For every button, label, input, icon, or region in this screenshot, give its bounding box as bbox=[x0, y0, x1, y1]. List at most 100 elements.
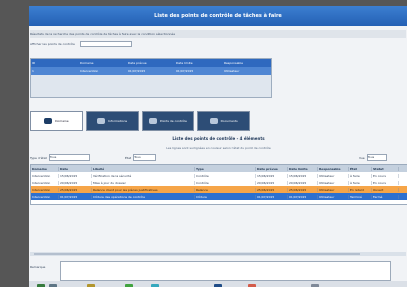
state-filter: État Tous bbox=[125, 154, 157, 161]
horizontal-scrollbar[interactable] bbox=[30, 252, 406, 256]
top-row-cell: 01/07/2015 bbox=[176, 69, 194, 73]
main-row-cell: Intervention bbox=[31, 194, 59, 199]
main-row-cell: 25/06/2015 bbox=[256, 187, 288, 192]
tab-points-controle[interactable]: Points de contrôle bbox=[141, 111, 195, 131]
state-filter-label: État bbox=[125, 155, 132, 160]
scrollbar-thumb[interactable] bbox=[34, 253, 360, 255]
section-note: Les lignes sont surlignées en couleur se… bbox=[166, 146, 271, 150]
top-results-table: ID Domaine Date prévue Date limite Respo… bbox=[30, 58, 272, 98]
main-row-cell: Clôture des opérations de contrôle bbox=[92, 194, 195, 199]
tab-label: Informations bbox=[108, 119, 128, 123]
type-filter-label: Type d’état bbox=[30, 155, 47, 160]
tab-bar: Domaine Informations Points de contrôle … bbox=[30, 111, 250, 131]
filter-search-field[interactable] bbox=[79, 41, 132, 47]
main-header-cell[interactable]: Date prévue bbox=[256, 166, 288, 171]
table-controls: Type d’état Tous État Tous Vue Tous bbox=[30, 153, 407, 163]
main-row-cell: 01/07/2015 bbox=[288, 194, 318, 199]
main-table-row[interactable]: Intervention 01/07/2015 Clôture des opér… bbox=[31, 193, 407, 200]
top-row-cell: 1 bbox=[32, 69, 34, 73]
main-row-cell: 25/06/2015 bbox=[59, 187, 92, 192]
main-row-cell: Intervention bbox=[31, 187, 59, 192]
main-row-cell: 20/06/2015 bbox=[288, 180, 318, 185]
main-row-cell: Relance bbox=[195, 187, 256, 192]
main-header-cell[interactable]: Date bbox=[59, 166, 92, 171]
main-header-cell[interactable]: État bbox=[349, 166, 372, 171]
main-header-cell[interactable]: Date limite bbox=[288, 166, 318, 171]
comment-field[interactable] bbox=[60, 261, 391, 281]
check-icon bbox=[148, 118, 157, 124]
top-info-text: Résultats de la recherche des points de … bbox=[30, 30, 406, 38]
main-row-cell: Vérification de la sécurité bbox=[92, 173, 195, 178]
main-row-cell: 01/07/2015 bbox=[256, 194, 288, 199]
main-row-cell: 15/06/2015 bbox=[288, 173, 318, 178]
main-table-header: Domaine Date Libellé Type Date prévue Da… bbox=[31, 165, 407, 172]
main-header-cell[interactable]: Libellé bbox=[92, 166, 195, 171]
view-filter-label: Vue bbox=[359, 155, 365, 160]
main-row-cell: En cours bbox=[372, 173, 399, 178]
main-row-cell: Terminé bbox=[349, 194, 372, 199]
main-row-cell: 15/06/2015 bbox=[256, 173, 288, 178]
main-header-cell[interactable]: Domaine bbox=[31, 166, 59, 171]
tab-domaine[interactable]: Domaine bbox=[30, 111, 83, 131]
main-row-cell: Fermé bbox=[372, 194, 399, 199]
main-row-cell: En retard bbox=[349, 187, 372, 192]
top-table-row[interactable]: 1 Intervention 01/07/2015 01/07/2015 Uti… bbox=[31, 67, 271, 75]
main-header-cell[interactable]: Statut bbox=[372, 166, 399, 171]
top-header-cell[interactable]: Responsable bbox=[223, 61, 271, 65]
main-results-table: Domaine Date Libellé Type Date prévue Da… bbox=[30, 164, 407, 205]
state-filter-select[interactable]: Tous bbox=[133, 154, 157, 161]
top-header-cell[interactable]: Domaine bbox=[79, 61, 127, 65]
main-window: Liste des points de contrôle de tâches à… bbox=[29, 6, 407, 287]
view-filter: Vue Tous bbox=[359, 154, 387, 161]
tab-documents[interactable]: Documents bbox=[197, 111, 250, 131]
top-header-cell[interactable]: ID bbox=[31, 61, 79, 65]
main-row-cell: Contrôle bbox=[195, 173, 256, 178]
top-row-cell: Intervention bbox=[80, 69, 99, 73]
main-row-cell: Relance client pour les pièces justifica… bbox=[92, 187, 195, 192]
main-row-cell: 15/06/2015 bbox=[59, 173, 92, 178]
main-row-cell: Intervention bbox=[31, 173, 59, 178]
main-row-cell: Mise à jour du dossier bbox=[92, 180, 195, 185]
main-row-cell: 01/07/2015 bbox=[59, 194, 92, 199]
type-filter-select[interactable]: Tous bbox=[48, 154, 90, 161]
window-title: Liste des points de contrôle de tâches à… bbox=[29, 6, 407, 26]
main-row-cell: Utilisateur bbox=[318, 173, 349, 178]
top-row-cell: 01/07/2015 bbox=[128, 69, 146, 73]
top-header-cell[interactable]: Date limite bbox=[175, 61, 223, 65]
tab-label: Documents bbox=[220, 119, 238, 123]
home-icon bbox=[44, 118, 53, 124]
type-filter: Type d’état Tous bbox=[30, 154, 90, 161]
filter-label: Afficher les points de contrôle bbox=[30, 42, 75, 46]
main-row-cell: En cours bbox=[372, 180, 399, 185]
main-row-cell: Utilisateur bbox=[318, 194, 349, 199]
filter-line: Afficher les points de contrôle bbox=[30, 40, 406, 48]
document-icon bbox=[209, 118, 218, 124]
main-header-cell[interactable]: Responsable bbox=[318, 166, 349, 171]
tab-label: Points de contrôle bbox=[159, 119, 187, 123]
comment-label: Remarque bbox=[30, 265, 46, 269]
section-title: Liste des points de contrôle - 4 élément… bbox=[172, 136, 265, 141]
main-table-row[interactable]: Intervention 15/06/2015 Vérification de … bbox=[31, 172, 407, 179]
main-row-cell: À faire bbox=[349, 180, 372, 185]
tab-label: Domaine bbox=[55, 119, 69, 123]
main-row-cell: Utilisateur bbox=[318, 187, 349, 192]
main-row-cell: 25/06/2015 bbox=[288, 187, 318, 192]
top-table-header: ID Domaine Date prévue Date limite Respo… bbox=[31, 59, 271, 67]
main-header-cell[interactable]: Type bbox=[195, 166, 256, 171]
main-row-cell: Intervention bbox=[31, 180, 59, 185]
main-row-cell: À faire bbox=[349, 173, 372, 178]
tab-informations[interactable]: Informations bbox=[85, 111, 139, 131]
bottom-toolbar bbox=[29, 281, 407, 287]
top-row-cell: Utilisateur bbox=[224, 69, 240, 73]
view-filter-select[interactable]: Tous bbox=[366, 154, 387, 161]
main-table-row[interactable]: Intervention 20/06/2015 Mise à jour du d… bbox=[31, 179, 407, 186]
main-row-cell: Clôture bbox=[195, 194, 256, 199]
main-table-row[interactable]: Intervention 25/06/2015 Relance client p… bbox=[31, 186, 407, 193]
main-row-cell: Utilisateur bbox=[318, 180, 349, 185]
info-icon bbox=[97, 118, 106, 124]
main-row-cell: 20/06/2015 bbox=[59, 180, 92, 185]
main-row-cell: 20/06/2015 bbox=[256, 180, 288, 185]
top-header-cell[interactable]: Date prévue bbox=[127, 61, 175, 65]
main-row-cell: Ouvert bbox=[372, 187, 399, 192]
main-row-cell: Contrôle bbox=[195, 180, 256, 185]
